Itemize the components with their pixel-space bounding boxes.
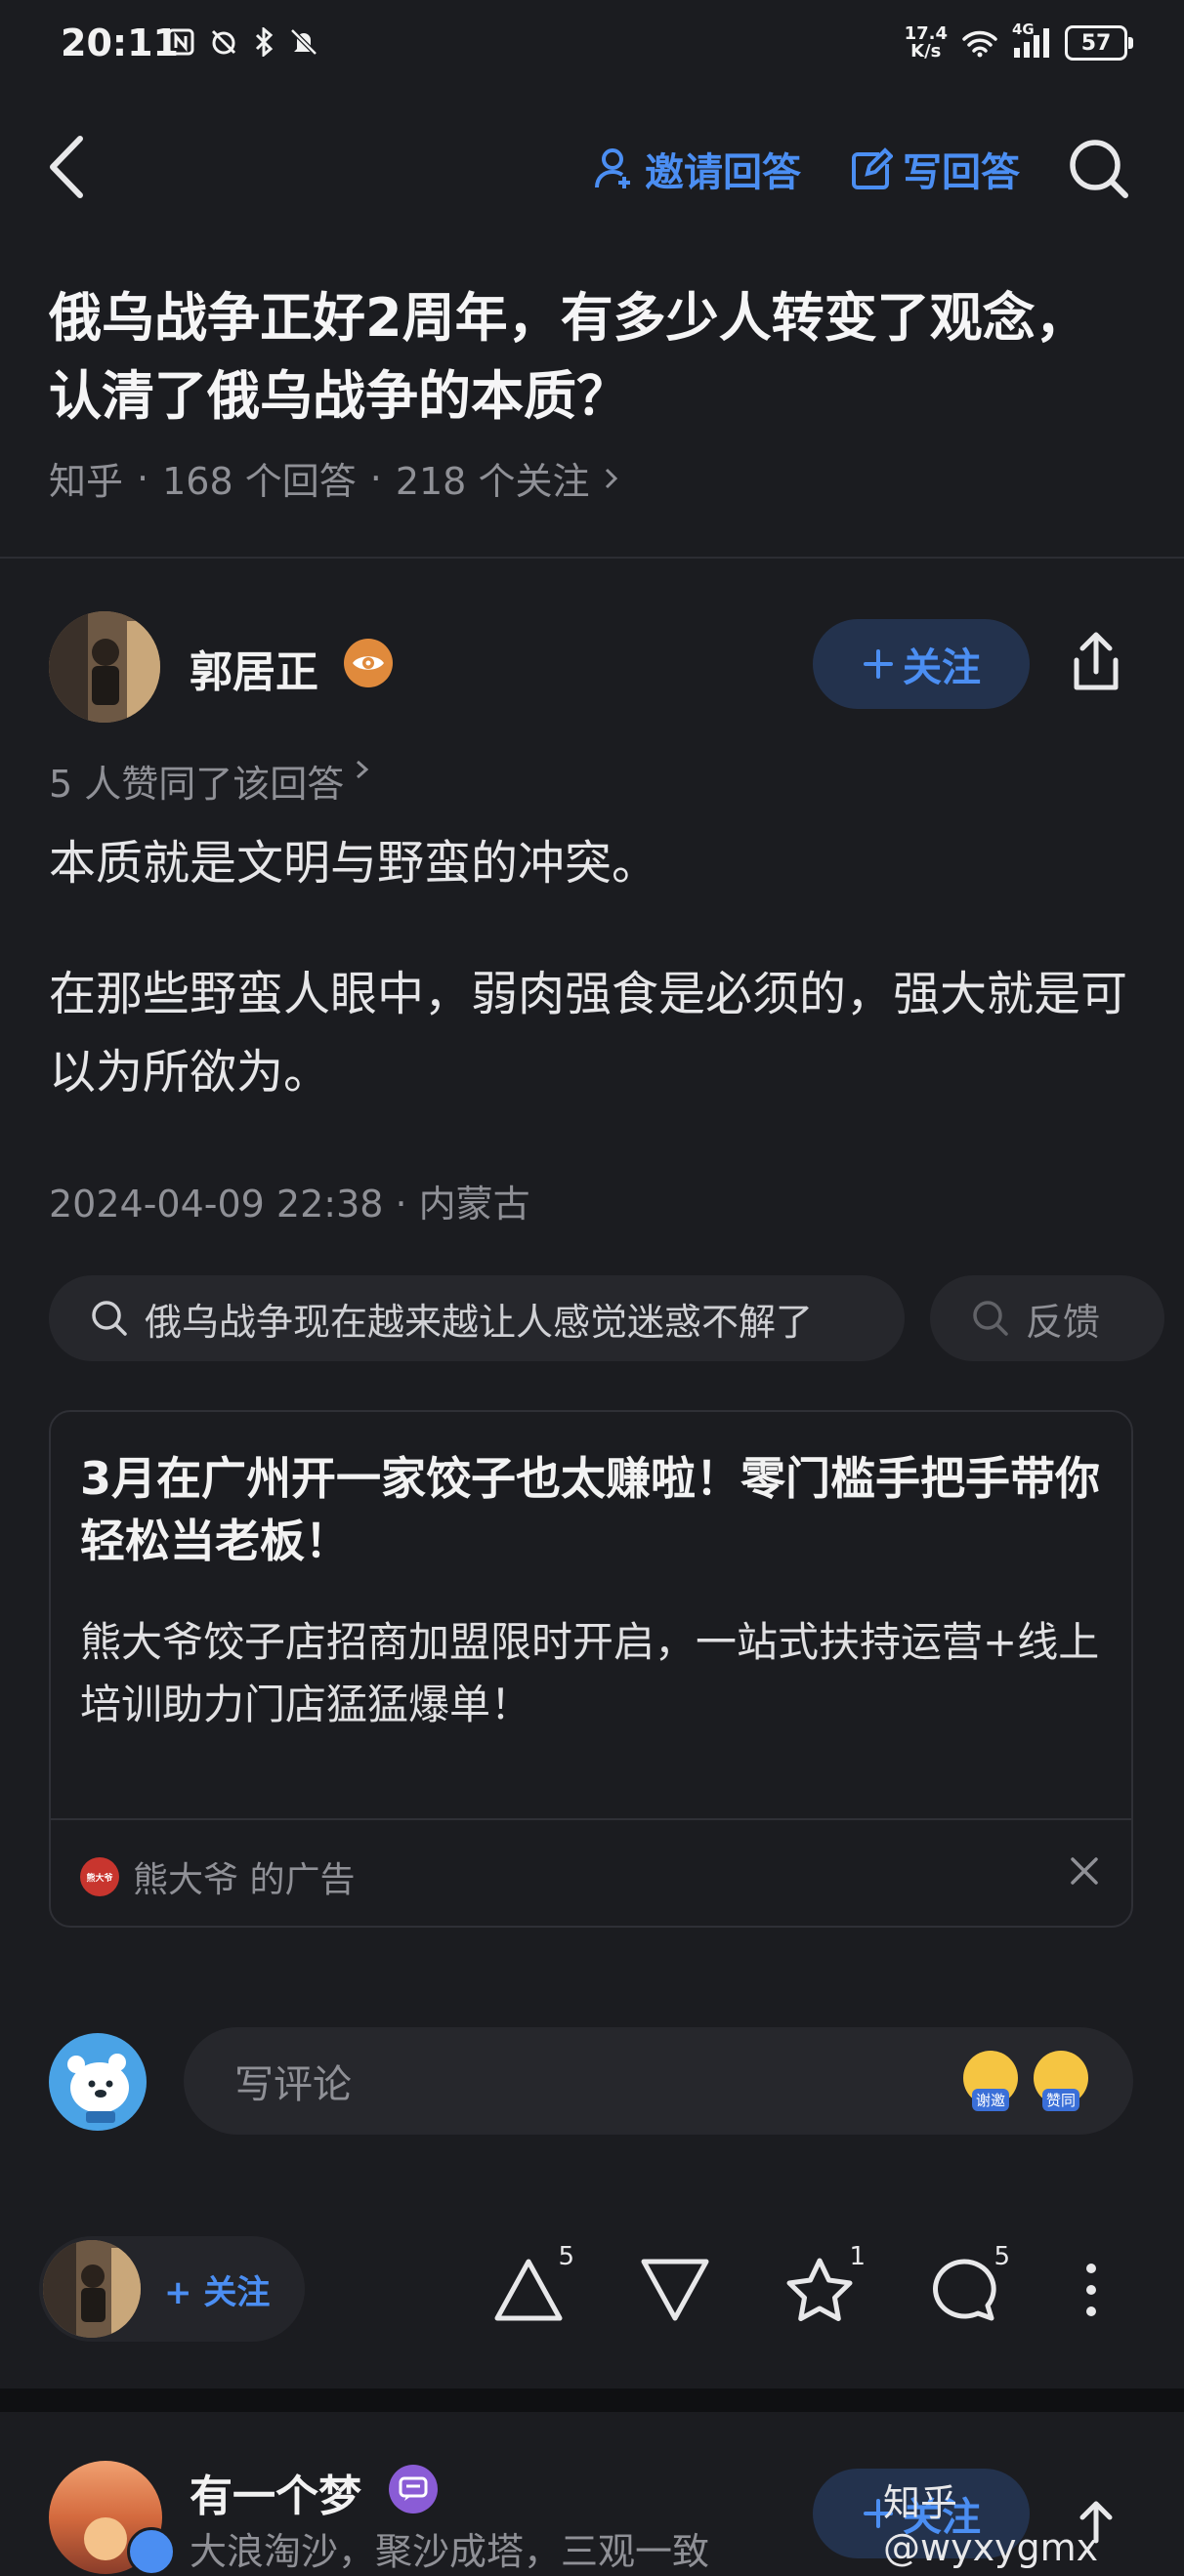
plus-icon	[862, 647, 895, 681]
eye-icon	[351, 651, 386, 675]
advertiser-logo: 熊大爷	[80, 1857, 119, 1896]
search-icon	[1067, 137, 1131, 201]
answers-count: 168 个回答	[162, 460, 357, 503]
ad-card[interactable]: 3月在广州开一家饺子也太赚啦！零门槛手把手带你轻松当老板！ 熊大爷饺子店招商加盟…	[49, 1410, 1133, 1928]
related-search-chip[interactable]: 俄乌战争现在越来越让人感觉迷惑不解了	[49, 1275, 905, 1361]
alarm-off-icon	[209, 27, 238, 57]
close-icon	[1067, 1853, 1102, 1889]
upvote-triangle-icon	[491, 2256, 566, 2324]
back-button[interactable]	[43, 133, 92, 201]
author-avatar-small	[43, 2240, 141, 2338]
author-avatar[interactable]	[49, 611, 160, 723]
downvote-triangle-icon	[638, 2256, 712, 2324]
battery-indicator: 57	[1065, 25, 1133, 61]
question-meta[interactable]: 知乎 · 168 个回答 · 218 个关注	[49, 451, 620, 505]
wifi-icon	[961, 28, 998, 58]
invite-answer-button[interactable]: 邀请回答	[594, 141, 801, 197]
verified-badge-icon	[127, 2527, 176, 2576]
related-search-query: 俄乌战争现在越来越让人感觉迷惑不解了	[145, 1300, 814, 1344]
answer-separator	[0, 2389, 1184, 2412]
network-type: 4G	[1012, 21, 1035, 38]
bluetooth-icon	[252, 27, 275, 57]
comment-placeholder: 写评论	[234, 2062, 352, 2107]
thanks-emoji-label: 谢邀	[971, 2089, 1009, 2111]
next-author-name[interactable]: 有一个梦	[190, 2461, 361, 2523]
question-divider	[0, 557, 1184, 559]
write-answer-label: 写回答	[903, 150, 1020, 195]
back-arrow-icon	[43, 133, 92, 201]
status-left-icons	[166, 27, 318, 57]
next-author-bio: 大浪淘沙，聚沙成塔，三观一致	[190, 2530, 710, 2573]
answer-paragraph: 在那些野蛮人眼中，弱肉强食是必须的，强大就是可以为所欲为。	[49, 967, 1128, 1100]
advertiser-label: 熊大爷 的广告	[133, 1860, 356, 1900]
search-icon	[971, 1299, 1010, 1338]
ad-footer: 熊大爷 熊大爷 的广告	[80, 1851, 355, 1902]
share-button[interactable]	[1067, 631, 1125, 695]
comment-count: 5	[994, 2242, 1010, 2271]
more-vertical-icon	[1083, 2261, 1099, 2319]
search-button[interactable]	[1067, 137, 1131, 201]
edit-icon	[850, 146, 893, 191]
favorite-button[interactable]: 1	[776, 2242, 866, 2334]
agree-emoji-label: 赞同	[1041, 2089, 1079, 2111]
more-button[interactable]	[1047, 2246, 1135, 2334]
mute-icon	[289, 27, 318, 57]
favorite-count: 1	[849, 2242, 866, 2271]
follow-author-button[interactable]: 关注	[813, 619, 1030, 709]
follow-label: + 关注	[164, 2273, 271, 2312]
question-source: 知乎	[49, 460, 124, 503]
feedback-label: 反馈	[1026, 1300, 1101, 1344]
comment-bubble-icon	[929, 2256, 999, 2324]
status-time: 20:11	[61, 21, 179, 64]
watermark: 知乎 @wyxygmx	[883, 2481, 1099, 2569]
thanks-emoji-button[interactable]: 谢邀	[963, 2051, 1018, 2111]
ad-description[interactable]: 熊大爷饺子店招商加盟限时开启，一站式扶持运营+线上培训助力门店猛猛爆单！	[80, 1611, 1106, 1736]
downvote-button[interactable]	[631, 2246, 719, 2334]
comment-button[interactable]: 5	[920, 2242, 1010, 2334]
answer-paragraph: 本质就是文明与野蛮的冲突。	[49, 836, 659, 891]
upvote-note[interactable]: 5 人赞同了该回答	[49, 754, 371, 808]
question-title[interactable]: 俄乌战争正好2周年，有多少人转变了观念，认清了俄乌战争的本质？	[49, 279, 1104, 436]
my-avatar[interactable]	[49, 2033, 147, 2131]
close-ad-button[interactable]	[1067, 1853, 1102, 1889]
search-icon	[90, 1299, 129, 1338]
advertiser-logo-text: 熊大爷	[86, 1873, 113, 1884]
follow-label: 关注	[903, 645, 981, 690]
net-speed: 17.4 K/s	[905, 25, 948, 61]
answer-timestamp: 2024-04-09 22:38 · 内蒙古	[49, 1183, 530, 1226]
upvote-note-text: 5 人赞同了该回答	[49, 763, 345, 806]
invite-answer-label: 邀请回答	[645, 150, 801, 195]
signal-icon: 4G	[1012, 21, 1051, 58]
agree-emoji-button[interactable]: 赞同	[1034, 2051, 1088, 2111]
upvote-button[interactable]: 5	[485, 2242, 574, 2334]
author-name[interactable]: 郭居正	[190, 637, 318, 699]
comment-input[interactable]: 写评论 谢邀 赞同	[184, 2027, 1133, 2135]
person-icon	[594, 146, 635, 191]
separator-dot: ·	[137, 456, 149, 500]
author-follow-pill[interactable]: + 关注	[39, 2236, 305, 2342]
share-icon	[1067, 631, 1125, 695]
author-badge	[344, 639, 393, 687]
separator-dot: ·	[369, 456, 382, 500]
net-speed-unit: K/s	[910, 41, 942, 62]
chevron-right-icon	[603, 464, 620, 493]
ad-divider	[51, 1818, 1131, 1820]
next-author-badge	[389, 2465, 438, 2514]
followers-count: 218 个关注	[395, 460, 590, 503]
feedback-chip[interactable]: 反馈	[930, 1275, 1164, 1361]
status-right-icons: 17.4 K/s 4G 57	[905, 21, 1133, 61]
upvote-count: 5	[558, 2242, 574, 2271]
message-icon	[399, 2476, 428, 2502]
ad-title[interactable]: 3月在广州开一家饺子也太赚啦！零门槛手把手带你轻松当老板！	[80, 1447, 1106, 1572]
star-icon	[784, 2256, 855, 2324]
chevron-right-icon	[354, 754, 371, 808]
nfc-icon	[166, 27, 195, 57]
write-answer-button[interactable]: 写回答	[850, 141, 1020, 197]
